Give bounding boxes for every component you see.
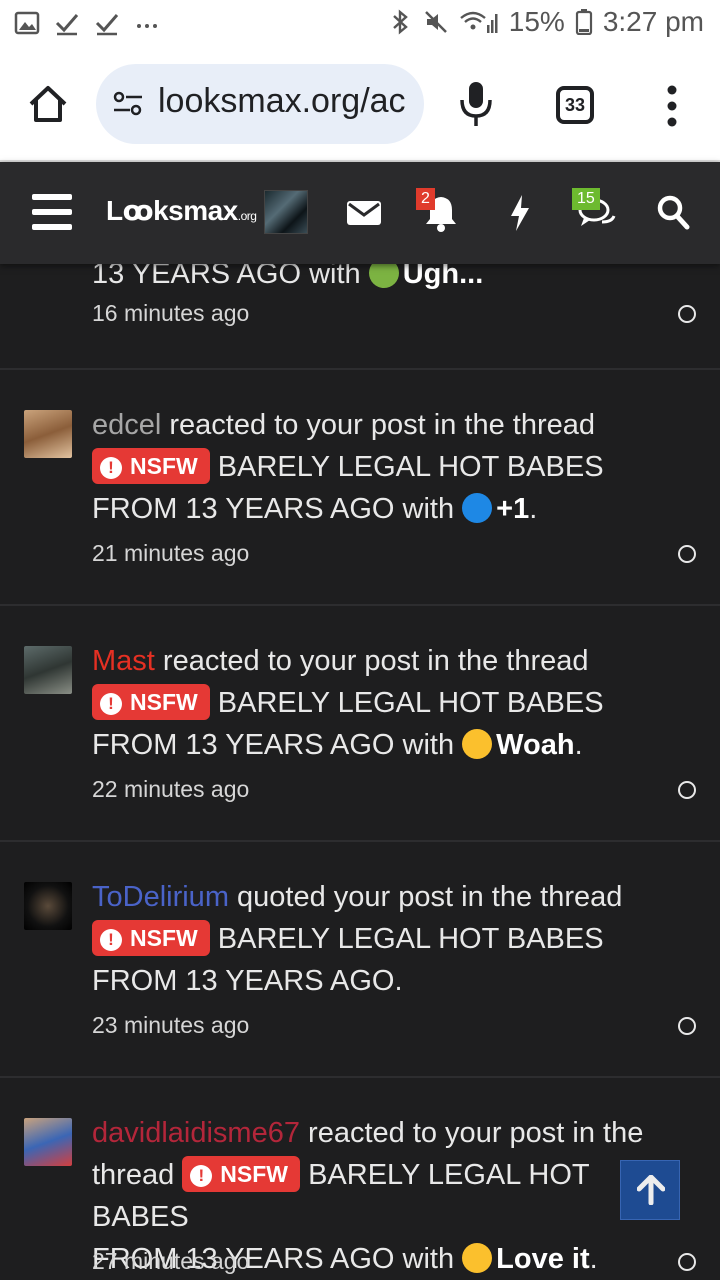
heart-eyes-emoji-icon <box>462 1243 493 1273</box>
prefix-label: NSFW <box>130 453 198 479</box>
battery-percent: 15% <box>508 6 565 37</box>
mark-read-toggle[interactable] <box>678 545 696 563</box>
username-link[interactable]: davidlaidisme67 <box>92 1117 300 1149</box>
alert-time: 23 minutes ago <box>92 1012 250 1038</box>
alerts-list: 13 YEARS AGO with Ugh... 16 minutes ago … <box>0 258 720 1280</box>
nsfw-prefix-badge: ! NSFW <box>92 448 210 484</box>
alert-with: with <box>402 1243 455 1275</box>
gallery-icon <box>14 11 40 35</box>
avatar[interactable] <box>24 410 72 458</box>
surprised-emoji-icon <box>462 729 493 759</box>
alert-time: 21 minutes ago <box>92 540 250 566</box>
lightning-icon[interactable] <box>508 194 532 232</box>
nsfw-prefix-badge: ! NSFW <box>92 684 210 720</box>
alert-exclamation-icon: ! <box>100 929 122 951</box>
prefix-label: NSFW <box>130 689 198 715</box>
list-item[interactable]: edcel reacted to your post in the thread… <box>0 370 720 606</box>
home-icon[interactable] <box>26 82 70 126</box>
alert-action: reacted to your post in the thread <box>162 645 589 677</box>
hamburger-menu-icon[interactable] <box>32 192 72 232</box>
nsfw-prefix-badge: ! NSFW <box>92 920 210 956</box>
status-bar: 15% 3:27 pm <box>0 0 720 52</box>
alert-with: with <box>402 729 455 761</box>
alert-text: ToDelirium quoted your post in the threa… <box>92 881 623 997</box>
alerts-count-badge: 2 <box>416 188 435 210</box>
tab-switcher-button[interactable]: 33 <box>556 86 594 124</box>
scroll-to-top-button[interactable] <box>620 1160 680 1220</box>
logo-text: Lꝏksmax <box>106 195 238 226</box>
bluetooth-icon <box>392 9 408 35</box>
alert-with: with <box>402 493 455 525</box>
alert-exclamation-icon: ! <box>100 693 122 715</box>
logo-suffix: .org <box>237 209 257 223</box>
list-item[interactable]: ToDelirium quoted your post in the threa… <box>0 842 720 1078</box>
avatar[interactable] <box>24 1118 72 1166</box>
thumbs-up-icon <box>462 493 493 523</box>
arrow-up-icon <box>637 1175 665 1205</box>
mark-read-toggle[interactable] <box>678 305 696 323</box>
prefix-label: NSFW <box>220 1161 289 1187</box>
mark-read-toggle[interactable] <box>678 1253 696 1271</box>
browser-toolbar: looksmax.org/ac 33 <box>0 52 720 162</box>
list-item[interactable]: 13 YEARS AGO with Ugh... 16 minutes ago <box>0 258 720 370</box>
avatar[interactable] <box>24 646 72 694</box>
clock: 3:27 pm <box>602 6 704 37</box>
system-icons: 15% 3:27 pm <box>387 6 704 38</box>
nsfw-prefix-badge: ! NSFW <box>182 1156 301 1192</box>
check-icon <box>55 14 79 36</box>
inbox-icon[interactable] <box>346 198 382 228</box>
list-item[interactable]: Mast reacted to your post in the thread … <box>0 606 720 842</box>
address-bar[interactable]: looksmax.org/ac <box>96 64 424 144</box>
username-link[interactable]: Mast <box>92 645 155 677</box>
alert-time: 16 minutes ago <box>92 300 250 326</box>
mute-icon <box>424 11 447 33</box>
alert-text: edcel reacted to your post in the thread… <box>92 409 604 525</box>
alert-time: 22 minutes ago <box>92 776 250 802</box>
reaction-label: Love it <box>496 1243 590 1275</box>
avatar[interactable] <box>24 882 72 930</box>
microphone-icon[interactable] <box>456 80 496 128</box>
user-avatar[interactable] <box>264 190 308 234</box>
wifi-signal-icon <box>460 11 498 33</box>
prefix-label: NSFW <box>130 925 198 951</box>
more-notifications-icon <box>137 24 157 28</box>
search-icon[interactable] <box>656 194 690 230</box>
notification-icons <box>14 10 160 36</box>
alert-action: reacted to your post in the thread <box>169 409 595 441</box>
mark-read-toggle[interactable] <box>678 1017 696 1035</box>
mark-read-toggle[interactable] <box>678 781 696 799</box>
list-item[interactable]: davidlaidisme67 reacted to your post in … <box>0 1078 720 1280</box>
username-link[interactable]: ToDelirium <box>92 881 229 913</box>
alert-action: thread <box>92 1159 175 1191</box>
reaction-label: Woah <box>496 729 575 761</box>
conversations-count-badge: 15 <box>572 188 600 210</box>
battery-icon <box>575 9 592 35</box>
site-settings-icon[interactable] <box>112 90 144 118</box>
check-icon <box>95 14 119 36</box>
username-link[interactable]: edcel <box>92 409 161 441</box>
url-text[interactable]: looksmax.org/ac <box>158 82 406 121</box>
alert-exclamation-icon: ! <box>100 457 122 479</box>
alert-action: reacted to your post in the <box>308 1117 644 1149</box>
alert-text: Mast reacted to your post in the thread … <box>92 645 604 761</box>
reaction-label: +1 <box>496 493 530 525</box>
site-logo[interactable]: Lꝏksmax.org <box>106 194 257 227</box>
browser-menu-icon[interactable] <box>662 84 682 128</box>
alert-action: quoted your post in the thread <box>237 881 623 913</box>
site-navigation: Lꝏksmax.org <box>0 162 720 264</box>
alert-time: 27 minutes ago <box>92 1248 250 1274</box>
alert-exclamation-icon: ! <box>190 1165 213 1187</box>
